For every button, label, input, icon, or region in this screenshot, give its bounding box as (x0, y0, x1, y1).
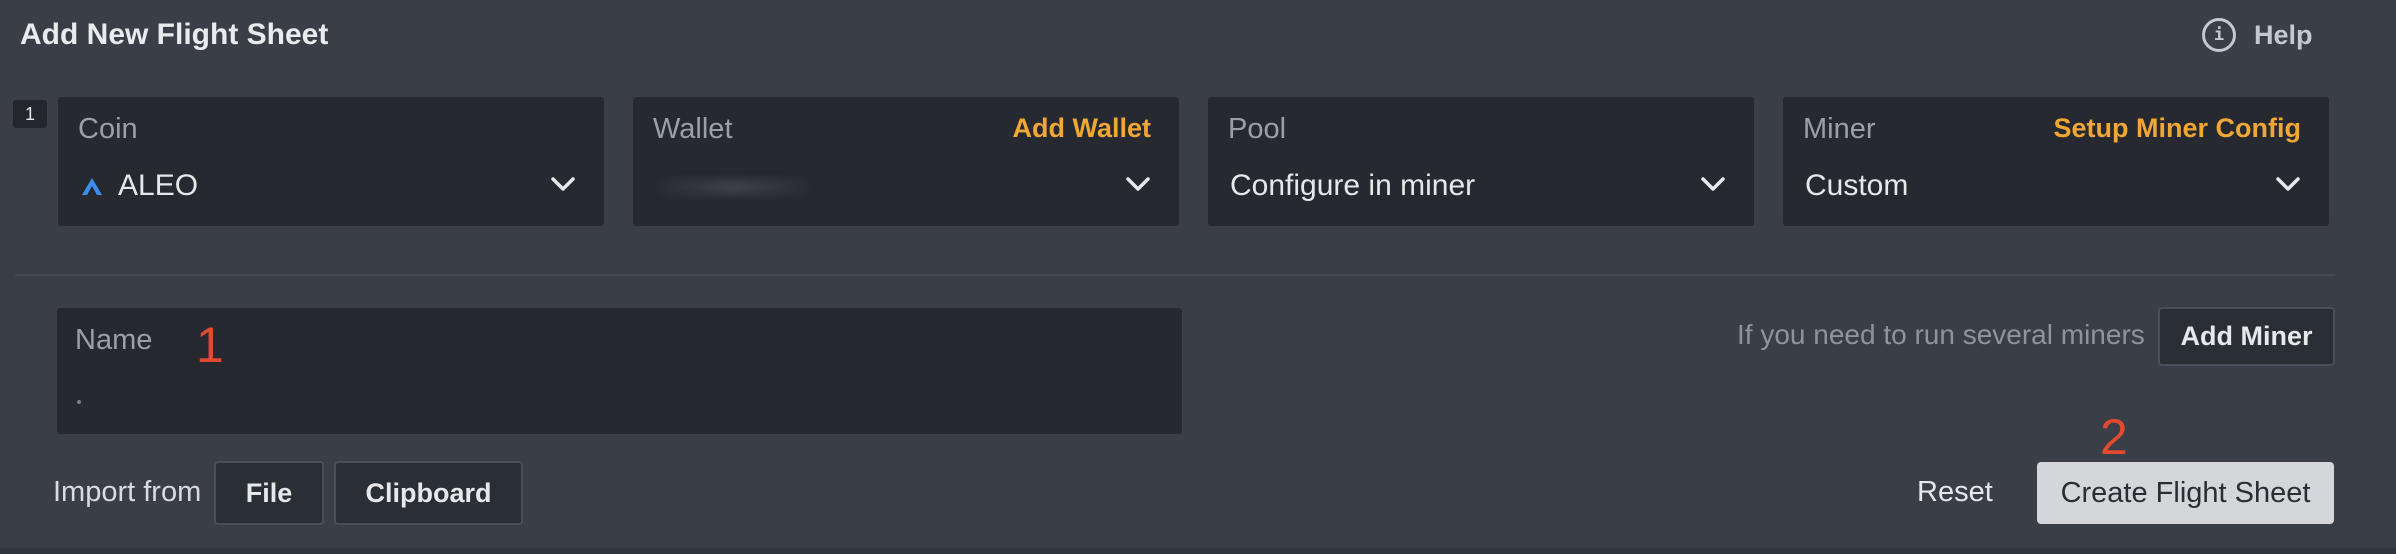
miner-label: Miner (1803, 113, 1876, 145)
row-number-badge: 1 (13, 100, 47, 128)
pool-select[interactable]: Pool Configure in miner (1208, 97, 1754, 226)
pool-label: Pool (1228, 113, 1287, 145)
import-clipboard-button[interactable]: Clipboard (334, 461, 523, 525)
chevron-down-icon (1701, 177, 1725, 191)
setup-miner-config-link[interactable]: Setup Miner Config (2054, 113, 2301, 144)
pool-value: Configure in miner (1230, 169, 1476, 202)
add-wallet-link[interactable]: Add Wallet (1013, 113, 1152, 144)
wallet-value-redacted (659, 179, 809, 195)
miner-value: Custom (1805, 169, 1909, 202)
name-input-cursor (77, 400, 81, 404)
chevron-down-icon (551, 177, 575, 191)
import-from-label: Import from (53, 476, 202, 508)
page-title: Add New Flight Sheet (20, 18, 329, 51)
annotation-number-1: 1 (196, 317, 224, 373)
name-field[interactable]: Name (57, 308, 1182, 434)
bottom-edge (0, 548, 2396, 554)
coin-value: ALEO (80, 169, 198, 203)
info-icon: i (2202, 18, 2236, 52)
annotation-number-2: 2 (2100, 409, 2128, 465)
chevron-down-icon (2276, 177, 2300, 191)
several-miners-hint: If you need to run several miners (1737, 319, 2145, 350)
import-file-button[interactable]: File (214, 461, 324, 525)
aleo-logo-icon (82, 178, 102, 195)
section-divider (15, 274, 2335, 276)
coin-value-text: ALEO (118, 169, 199, 202)
reset-button[interactable]: Reset (1917, 476, 1993, 509)
add-miner-button[interactable]: Add Miner (2158, 307, 2335, 366)
chevron-down-icon (1126, 177, 1150, 191)
miner-select[interactable]: Miner Setup Miner Config Custom (1783, 97, 2329, 226)
help-label: Help (2254, 19, 2313, 50)
wallet-select[interactable]: Wallet Add Wallet (633, 97, 1179, 226)
name-label: Name (75, 324, 153, 356)
help-button[interactable]: i Help (2202, 18, 2313, 52)
create-flight-sheet-button[interactable]: Create Flight Sheet (2037, 462, 2334, 524)
coin-label: Coin (78, 113, 138, 145)
wallet-label: Wallet (653, 113, 733, 145)
coin-select[interactable]: Coin ALEO (58, 97, 604, 226)
